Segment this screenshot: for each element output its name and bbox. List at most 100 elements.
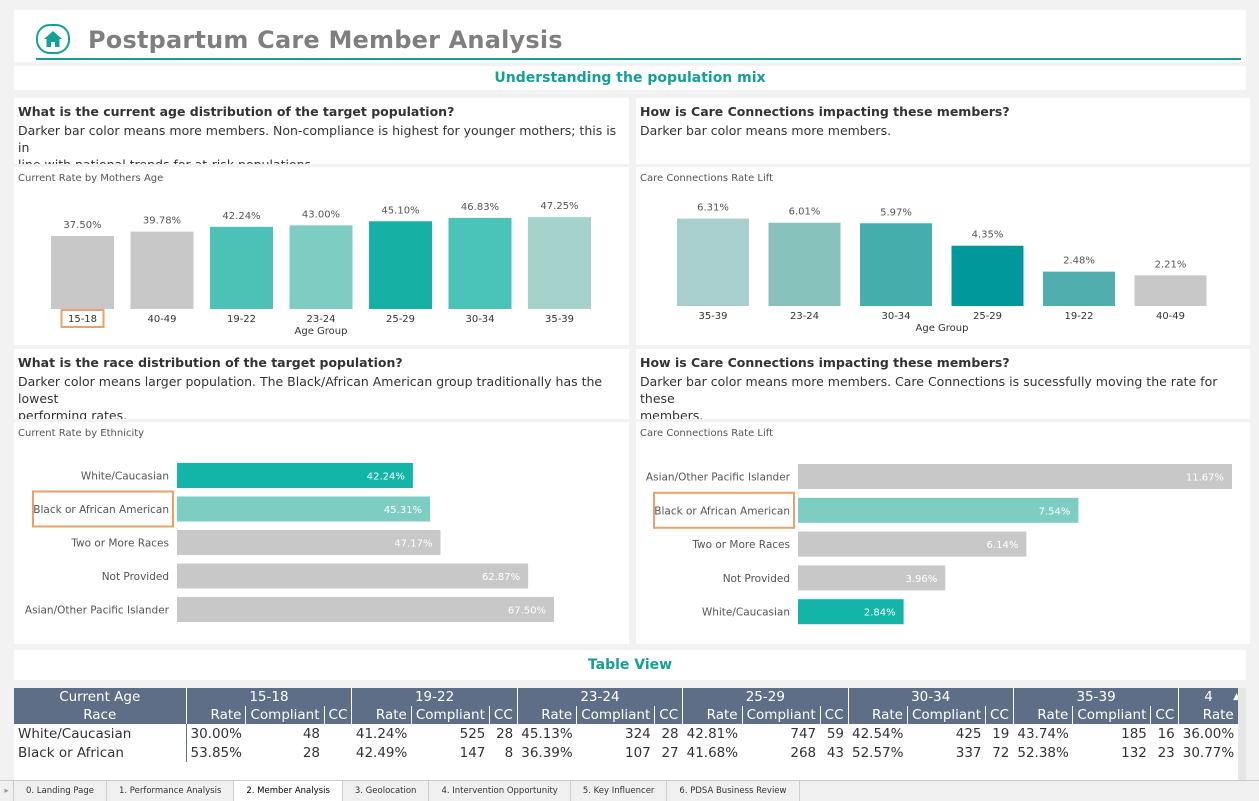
category-tick-label: 15-18 <box>68 314 97 325</box>
race-question-desc-line1: Darker color means larger population. Th… <box>18 374 603 406</box>
category-tick-label: 19-22 <box>227 314 256 325</box>
bar-black-or-african-american[interactable] <box>798 497 1079 523</box>
tab-scroll-left-icon[interactable]: ▸ <box>0 781 14 801</box>
cc-race-question-title: How is Care Connections impacting these … <box>640 355 1010 370</box>
cc-ethnicity-lift-chart-panel: Care Connections Rate Lift 11.67% Asian/O… <box>636 422 1250 644</box>
page-title: Postpartum Care Member Analysis <box>88 26 563 54</box>
subheader-rate: Rate <box>682 706 743 724</box>
bar-value-label: 11.67% <box>1186 473 1224 484</box>
home-button[interactable] <box>36 24 70 54</box>
category-tick-label: 19-22 <box>1064 311 1093 322</box>
age-question-desc-line2: line with national trends for at-risk po… <box>18 156 629 164</box>
tab-2-member-analysis[interactable]: 2. Member Analysis <box>234 781 343 801</box>
subheader-compliant: Compliant <box>245 706 325 724</box>
table-cell: 41.68% <box>686 744 739 761</box>
table-cell: 41.24% <box>355 725 408 742</box>
table-cell: 30.77% <box>1182 744 1235 761</box>
category-tick-label: 25-29 <box>973 311 1002 322</box>
table-cell: 324 <box>624 725 651 742</box>
tab-0-landing-page[interactable]: 0. Landing Page <box>14 781 107 801</box>
table-cell: 23 <box>1157 744 1175 761</box>
table-view[interactable]: Current Age 15-18 19-22 23-24 25-29 30-34 35-3… <box>14 688 1246 782</box>
table-cell: 42.49% <box>355 744 408 761</box>
bar-19-22[interactable] <box>1043 271 1115 306</box>
table-row[interactable]: White/Caucasian 30.00% 48 41.24% 525 28 45.13%… <box>14 724 1238 743</box>
bar-value-label: 62.87% <box>482 572 520 583</box>
tab-3-geolocation[interactable]: 3. Geolocation <box>343 781 430 801</box>
subheader-rate: Rate <box>1013 706 1074 724</box>
bar-asian-other-pacific-islander[interactable] <box>798 464 1232 489</box>
bar-19-22[interactable] <box>210 226 273 309</box>
bar-23-24[interactable] <box>768 222 841 306</box>
category-label: White/Caucasian <box>702 607 790 619</box>
bar-23-24[interactable] <box>289 225 353 309</box>
race-question-title: What is the race distribution of the tar… <box>18 355 403 370</box>
bar-30-34[interactable] <box>860 223 932 306</box>
tab-6-pdsa-business-review[interactable]: 6. PDSA Business Review <box>667 781 800 801</box>
age-group-header: 19-22 <box>351 688 518 706</box>
tabs-container: 0. Landing Page 1. Performance Analysis 2.… <box>14 781 800 801</box>
table-cell: 425 <box>955 725 982 742</box>
tab-5-key-influencer[interactable]: 5. Key Influencer <box>571 781 668 801</box>
race-question-desc: Darker color means larger population. Th… <box>18 373 629 419</box>
cc-race-question-desc-line2: members. <box>640 408 704 419</box>
subheader-rate: Rate <box>186 706 247 724</box>
tab-1-performance-analysis[interactable]: 1. Performance Analysis <box>107 781 235 801</box>
category-label: Two or More Races <box>70 538 169 550</box>
bar-value-label: 7.54% <box>1039 506 1071 517</box>
bar-value-label: 4.35% <box>972 230 1004 241</box>
subheader-rate: Rate <box>351 706 412 724</box>
table-row[interactable]: Black or African 53.85% 28 42.49% 147 8 36.39%… <box>14 743 1238 762</box>
age-question-panel: What is the current age distribution of … <box>14 98 629 164</box>
category-label: Black or African American <box>654 505 790 517</box>
table-cell: 185 <box>1121 725 1147 742</box>
bar-value-label: 42.24% <box>367 472 405 483</box>
member-table: Current Age 15-18 19-22 23-24 25-29 30-34 35-3… <box>14 688 1239 762</box>
cc-race-question-desc-line1: Darker bar color means more members. Car… <box>640 374 1218 406</box>
cc-age-question-panel: How is Care Connections impacting these … <box>636 98 1250 164</box>
x-axis-label: Age Group <box>916 323 969 334</box>
corner-header-age: Current Age <box>14 688 187 706</box>
race-question-panel: What is the race distribution of the tar… <box>14 349 629 419</box>
table-cell: 42.81% <box>686 725 739 742</box>
category-tick-label: 30-34 <box>881 311 910 322</box>
table-cell: 52.38% <box>1017 744 1069 761</box>
bar-value-label: 47.25% <box>540 201 578 212</box>
bar-35-39[interactable] <box>677 218 749 306</box>
bar-value-label: 42.24% <box>222 211 260 222</box>
table-cell: 16 <box>1157 725 1175 742</box>
age-question-title: What is the current age distribution of … <box>18 104 455 119</box>
category-tick-label: 23-24 <box>306 314 335 325</box>
bar-value-label: 2.48% <box>1063 256 1095 267</box>
race-cell: Black or African <box>14 743 187 762</box>
bar-asian-other-pacific-islander[interactable] <box>177 597 554 622</box>
bar-15-18[interactable] <box>51 236 114 309</box>
race-cell: White/Caucasian <box>14 724 187 743</box>
bar-30-34[interactable] <box>448 217 512 309</box>
subheader-compliant: Compliant <box>742 706 821 724</box>
bar-value-label: 6.14% <box>987 540 1019 551</box>
table-cell <box>324 724 352 743</box>
bar-25-29[interactable] <box>369 221 432 309</box>
category-tick-label: 23-24 <box>790 311 819 322</box>
age-question-desc-line1: Darker bar color means more members. Non… <box>18 123 617 155</box>
bar-40-49[interactable] <box>1134 275 1207 306</box>
bar-35-39[interactable] <box>528 217 591 309</box>
bar-value-label: 39.78% <box>143 216 181 227</box>
cc-age-lift-chart: 6.31% 35-39 6.01% 23-24 5.97% 30-34 4.35% 25-29… <box>677 203 1207 334</box>
bar-40-49[interactable] <box>130 231 194 309</box>
bar-value-label: 6.31% <box>697 203 729 214</box>
table-cell: 525 <box>459 725 486 742</box>
age-rate-chart-panel: Current Rate by Mothers Age 37.50% 15-18 3… <box>14 167 629 345</box>
table-cell: 28 <box>302 744 321 761</box>
bar-not-provided[interactable] <box>177 563 529 589</box>
section-title-table: Table View <box>14 650 1246 680</box>
table-scrollbar[interactable] <box>1238 688 1246 782</box>
tab-4-intervention-opportunity[interactable]: 4. Intervention Opportunity <box>429 781 571 801</box>
bar-25-29[interactable] <box>951 245 1024 306</box>
bar-value-label: 6.01% <box>789 207 821 218</box>
table-cell: 28 <box>661 725 679 742</box>
category-label: Asian/Other Pacific Islander <box>646 472 791 484</box>
table-cell: 48 <box>302 725 321 742</box>
age-group-header: 35-39 <box>1013 688 1180 706</box>
